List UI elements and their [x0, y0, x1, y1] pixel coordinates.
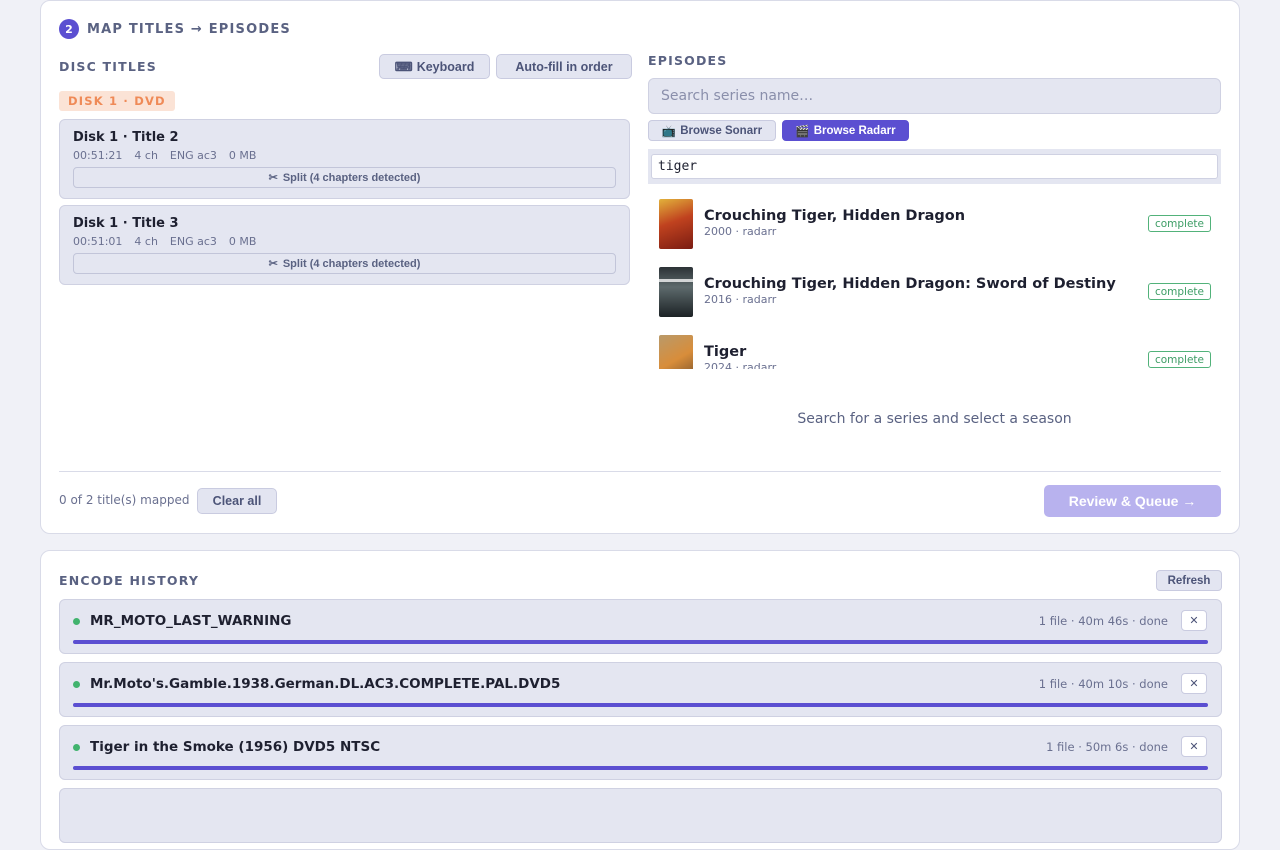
- keyboard-button[interactable]: ⌨ Keyboard: [379, 54, 490, 79]
- result-title: Crouching Tiger, Hidden Dragon: Sword of…: [704, 276, 1116, 292]
- browse-radarr-label: Browse Radarr: [813, 124, 896, 137]
- result-subtitle: 2016 · radarr: [704, 293, 777, 306]
- title-audio: ENG ac3: [169, 149, 217, 162]
- search-results-list[interactable]: Crouching Tiger, Hidden Dragon 2000 · ra…: [648, 191, 1221, 369]
- keyboard-icon: ⌨: [394, 60, 413, 74]
- job-meta: 1 file · 40m 46s · done: [1038, 614, 1168, 628]
- browse-radarr-button[interactable]: 🎬 Browse Radarr: [782, 120, 909, 141]
- job-progress-fill: [73, 640, 1208, 644]
- movie-poster: [659, 267, 693, 317]
- remove-job-button[interactable]: ✕: [1181, 673, 1207, 694]
- series-search-input[interactable]: [648, 78, 1221, 114]
- job-meta: 1 file · 40m 10s · done: [1038, 677, 1168, 691]
- remove-job-button[interactable]: ✕: [1181, 610, 1207, 631]
- split-button-label: Split (4 chapters detected): [282, 257, 421, 270]
- title-channels: 4 ch: [134, 149, 158, 162]
- empty-state-hint: Search for a series and select a season: [797, 411, 1072, 427]
- scissors-icon: ✂: [268, 172, 278, 184]
- split-button[interactable]: ✂ Split (4 chapters detected): [73, 167, 616, 188]
- tv-icon: 📺: [661, 125, 677, 138]
- autofill-button[interactable]: Auto-fill in order: [496, 54, 632, 79]
- title-size: 0 MB: [228, 235, 257, 248]
- title-duration: 00:51:01: [73, 235, 123, 248]
- status-badge: complete: [1147, 283, 1211, 300]
- status-badge: complete: [1147, 351, 1211, 368]
- status-badge: complete: [1147, 215, 1211, 232]
- encode-job: Mr.Moto's.Gamble.1938.German.DL.AC3.COMP…: [59, 662, 1222, 717]
- divider: [59, 471, 1221, 472]
- disc-title-meta: 00:51:21 4 ch ENG ac3 0 MB: [73, 149, 256, 162]
- mapped-count: 0 of 2 title(s) mapped: [59, 493, 190, 507]
- status-dot-icon: [73, 618, 80, 625]
- disc-title-name: Disk 1 · Title 2: [73, 130, 179, 145]
- disc-title-meta: 00:51:01 4 ch ENG ac3 0 MB: [73, 235, 256, 248]
- clear-all-button[interactable]: Clear all: [197, 488, 277, 514]
- filter-input[interactable]: [651, 154, 1218, 179]
- disc-title-item[interactable]: Disk 1 · Title 2 00:51:21 4 ch ENG ac3 0…: [59, 119, 630, 199]
- job-progress-bar: [73, 640, 1208, 644]
- result-title: Crouching Tiger, Hidden Dragon: [704, 208, 966, 224]
- episodes-label: EPISODES: [648, 53, 728, 68]
- disk-badge: DISK 1 · DVD: [59, 91, 175, 111]
- title-duration: 00:51:21: [73, 149, 123, 162]
- step-number-badge: 2: [59, 19, 79, 39]
- step-title: MAP TITLES → EPISODES: [87, 21, 291, 37]
- scissors-icon: ✂: [268, 258, 278, 270]
- encode-history-label: ENCODE HISTORY: [59, 573, 200, 588]
- browse-sonarr-button[interactable]: 📺 Browse Sonarr: [648, 120, 776, 141]
- title-size: 0 MB: [228, 149, 257, 162]
- job-progress-bar: [73, 766, 1208, 770]
- film-icon: 🎬: [795, 125, 810, 138]
- title-channels: 4 ch: [134, 235, 158, 248]
- disc-title-item[interactable]: Disk 1 · Title 3 00:51:01 4 ch ENG ac3 0…: [59, 205, 630, 285]
- result-subtitle: 2000 · radarr: [704, 225, 777, 238]
- job-name: Mr.Moto's.Gamble.1938.German.DL.AC3.COMP…: [90, 676, 561, 692]
- movie-poster: [659, 199, 693, 249]
- title-audio: ENG ac3: [169, 235, 217, 248]
- job-progress-fill: [73, 766, 1208, 770]
- job-name: MR_MOTO_LAST_WARNING: [90, 613, 292, 629]
- result-item[interactable]: Crouching Tiger, Hidden Dragon: Sword of…: [648, 259, 1221, 323]
- result-subtitle: 2024 · radarr: [704, 361, 777, 369]
- map-titles-panel: 2 MAP TITLES → EPISODES DISC TITLES ⌨ Ke…: [40, 0, 1240, 534]
- step-header: 2 MAP TITLES → EPISODES: [59, 19, 291, 39]
- refresh-button[interactable]: Refresh: [1156, 570, 1222, 591]
- filter-bar: [648, 149, 1221, 184]
- keyboard-button-label: Keyboard: [416, 59, 475, 74]
- split-button[interactable]: ✂ Split (4 chapters detected): [73, 253, 616, 274]
- review-queue-button[interactable]: Review & Queue →: [1044, 485, 1221, 517]
- status-dot-icon: [73, 744, 80, 751]
- disc-title-name: Disk 1 · Title 3: [73, 216, 179, 231]
- disc-titles-label: DISC TITLES: [59, 59, 157, 74]
- encode-job: [59, 788, 1222, 843]
- split-button-label: Split (4 chapters detected): [282, 171, 421, 184]
- result-item[interactable]: Crouching Tiger, Hidden Dragon 2000 · ra…: [648, 191, 1221, 255]
- job-progress-fill: [73, 703, 1208, 707]
- job-name: Tiger in the Smoke (1956) DVD5 NTSC: [90, 739, 381, 755]
- job-progress-bar: [73, 703, 1208, 707]
- result-item[interactable]: Tiger 2024 · radarr complete: [648, 327, 1221, 369]
- job-meta: 1 file · 50m 6s · done: [1046, 740, 1168, 754]
- encode-job: Tiger in the Smoke (1956) DVD5 NTSC 1 fi…: [59, 725, 1222, 780]
- remove-job-button[interactable]: ✕: [1181, 736, 1207, 757]
- encode-job: MR_MOTO_LAST_WARNING 1 file · 40m 46s · …: [59, 599, 1222, 654]
- movie-poster: [659, 335, 693, 369]
- status-dot-icon: [73, 681, 80, 688]
- result-title: Tiger: [704, 344, 747, 360]
- browse-sonarr-label: Browse Sonarr: [680, 124, 763, 137]
- encode-history-panel: ENCODE HISTORY Refresh MR_MOTO_LAST_WARN…: [40, 550, 1240, 850]
